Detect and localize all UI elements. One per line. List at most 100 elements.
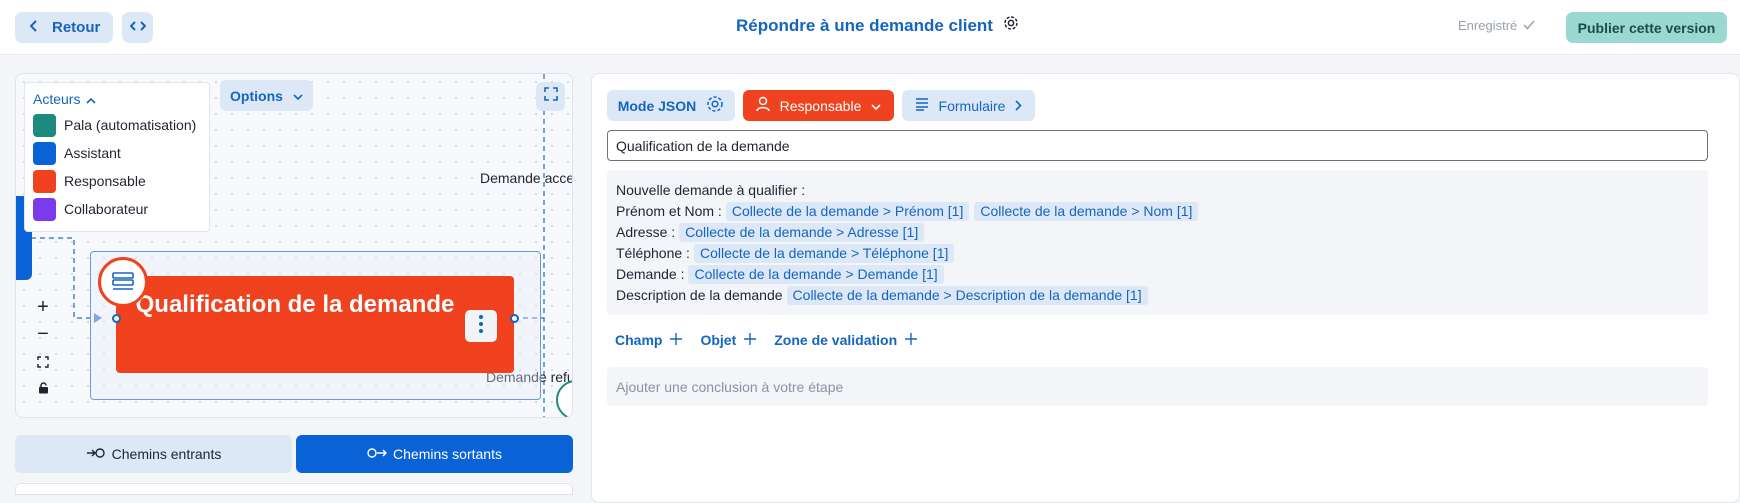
form-icon — [98, 257, 148, 307]
options-button[interactable]: Options — [220, 80, 313, 111]
step-title-input[interactable] — [607, 130, 1708, 161]
tab-outgoing-paths[interactable]: Chemins sortants — [296, 435, 573, 473]
edge-label-accepted[interactable]: Demande acce — [480, 170, 572, 186]
form-button[interactable]: Formulaire — [902, 90, 1035, 121]
step-editor-panel: Mode JSON Responsable Formulaire Qualifi… — [591, 73, 1740, 503]
code-icon — [129, 19, 146, 37]
back-button[interactable]: Retour — [15, 12, 113, 43]
legend-item-collaborateur: Collaborateur — [33, 195, 201, 223]
json-mode-label: Mode JSON — [617, 97, 697, 114]
actor-swatch — [33, 169, 56, 193]
json-mode-button[interactable]: Mode JSON — [607, 90, 735, 121]
editor-toolbar: Mode JSON Responsable Formulaire — [607, 90, 1035, 121]
content-line: Téléphone : Collecte de la demande > Tél… — [616, 243, 1699, 264]
list-icon — [915, 97, 929, 114]
plus-icon — [670, 332, 683, 348]
legend-toggle[interactable]: Acteurs — [33, 91, 201, 107]
content-intro-text: Nouvelle demande à qualifier : — [616, 182, 806, 198]
chevron-right-icon — [1015, 98, 1023, 114]
workflow-canvas[interactable]: Acteurs Pala (automatisation) Assistant … — [15, 73, 573, 418]
variable-chip[interactable]: Collecte de la demande > Description de … — [786, 286, 1148, 305]
plus-icon — [905, 332, 918, 348]
variable-chip[interactable]: Collecte de la demande > Demande [1] — [688, 265, 944, 284]
actor-swatch — [33, 197, 56, 221]
lock-icon — [38, 377, 49, 400]
tab-incoming-paths[interactable]: Chemins entrants — [15, 435, 292, 473]
add-field-label: Champ — [615, 332, 663, 348]
zoom-controls: + − — [30, 294, 56, 402]
gear-icon[interactable] — [1003, 15, 1019, 36]
variable-chip[interactable]: Collecte de la demande > Adresse [1] — [679, 223, 925, 242]
add-element-row: Champ Objet Zone de validation — [615, 332, 918, 348]
node-input-port[interactable] — [112, 314, 121, 323]
add-validation-zone-button[interactable]: Zone de validation — [774, 332, 918, 348]
expand-icon — [543, 87, 558, 106]
legend-item-responsable: Responsable — [33, 167, 201, 195]
actor-select-label: Responsable — [779, 97, 862, 114]
content-line-label: Prénom et Nom : — [616, 203, 722, 219]
conclusion-input[interactable]: Ajouter une conclusion à votre étape — [607, 367, 1708, 406]
content-line: Prénom et Nom : Collecte de la demande >… — [616, 201, 1699, 222]
code-view-button[interactable] — [122, 12, 153, 43]
actor-select[interactable]: Responsable — [743, 90, 894, 121]
more-vertical-icon — [478, 314, 484, 339]
content-line: Adresse : Collecte de la demande > Adres… — [616, 222, 1699, 243]
fit-view-button[interactable] — [37, 348, 49, 375]
page-title: Répondre à une demande client — [736, 15, 1019, 36]
legend-item-label: Collaborateur — [64, 201, 149, 217]
conclusion-placeholder: Ajouter une conclusion à votre étape — [616, 378, 844, 395]
add-object-button[interactable]: Objet — [700, 332, 757, 348]
form-button-label: Formulaire — [938, 97, 1006, 114]
options-label: Options — [230, 87, 283, 104]
check-icon — [1523, 18, 1535, 33]
legend-item-pala: Pala (automatisation) — [33, 111, 201, 139]
actors-legend: Acteurs Pala (automatisation) Assistant … — [24, 82, 210, 232]
add-validation-zone-label: Zone de validation — [774, 332, 898, 348]
legend-title: Acteurs — [33, 91, 81, 107]
save-status: Enregistré — [1458, 18, 1535, 33]
node-output-port[interactable] — [510, 314, 519, 323]
path-tabs: Chemins entrants Chemins sortants — [15, 435, 573, 473]
legend-item-label: Assistant — [64, 145, 121, 161]
tab-outgoing-label: Chemins sortants — [393, 446, 502, 462]
actor-swatch — [33, 113, 56, 137]
legend-item-label: Responsable — [64, 173, 146, 189]
chevron-down-icon — [293, 88, 303, 104]
chevron-left-icon — [29, 19, 38, 36]
content-line-label: Téléphone : — [616, 245, 690, 261]
plus-icon — [744, 332, 757, 348]
zoom-out-button[interactable]: − — [37, 321, 49, 348]
incoming-path-icon — [86, 446, 106, 462]
page-title-text: Répondre à une demande client — [736, 15, 993, 35]
step-node-qualification[interactable]: Qualification de la demande — [116, 276, 514, 373]
back-button-label: Retour — [52, 19, 101, 36]
top-bar: Retour Répondre à une demande client Enr… — [0, 0, 1740, 55]
content-line-label: Description de la demande — [616, 287, 783, 303]
publish-button[interactable]: Publier cette version — [1566, 12, 1727, 43]
add-field-button[interactable]: Champ — [615, 332, 683, 348]
variable-chip[interactable]: Collecte de la demande > Nom [1] — [974, 202, 1199, 221]
chevron-up-icon — [86, 91, 97, 107]
content-line-label: Adresse : — [616, 224, 676, 240]
paths-list-panel — [15, 483, 573, 495]
actor-swatch — [33, 141, 56, 165]
content-intro: Nouvelle demande à qualifier : — [616, 180, 1699, 201]
content-line-label: Demande : — [616, 266, 685, 282]
step-content-editor[interactable]: Nouvelle demande à qualifier : Prénom et… — [607, 170, 1708, 315]
outgoing-path-icon — [367, 446, 388, 462]
node-menu-button[interactable] — [465, 310, 497, 342]
zoom-in-button[interactable]: + — [37, 294, 49, 321]
variable-chip[interactable]: Collecte de la demande > Téléphone [1] — [693, 244, 955, 263]
gear-icon — [706, 95, 724, 116]
fullscreen-button[interactable] — [536, 82, 565, 111]
legend-item-assistant: Assistant — [33, 139, 201, 167]
user-icon — [755, 96, 770, 115]
legend-item-label: Pala (automatisation) — [64, 117, 197, 133]
save-status-label: Enregistré — [1458, 18, 1518, 33]
lock-button[interactable] — [38, 375, 49, 402]
variable-chip[interactable]: Collecte de la demande > Prénom [1] — [725, 202, 970, 221]
add-object-label: Objet — [700, 332, 737, 348]
chevron-down-icon — [871, 98, 881, 114]
content-line: Demande : Collecte de la demande > Deman… — [616, 264, 1699, 285]
tab-incoming-label: Chemins entrants — [111, 446, 222, 462]
